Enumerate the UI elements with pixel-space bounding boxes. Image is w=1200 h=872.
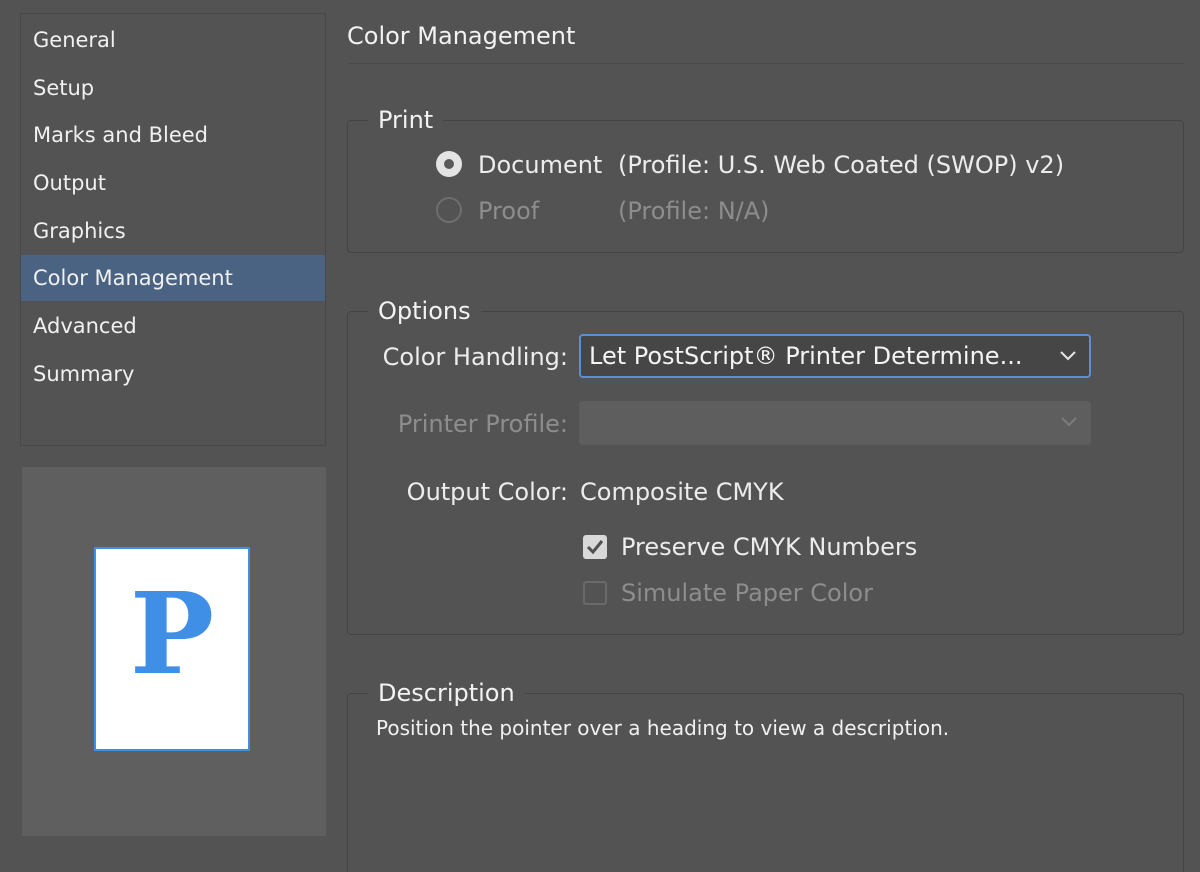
description-text: Position the pointer over a heading to v… — [376, 716, 950, 740]
preserve-cmyk-label[interactable]: Preserve CMYK Numbers — [621, 530, 917, 564]
description-group-label: Description — [368, 676, 525, 710]
output-color-value: Composite CMYK — [580, 478, 784, 506]
print-group-label: Print — [368, 103, 444, 137]
radio-unchecked-icon[interactable] — [436, 197, 462, 223]
title-divider — [347, 63, 1184, 64]
document-radio-option[interactable]: Document (Profile: U.S. Web Coated (SWOP… — [436, 148, 1136, 182]
simulate-paper-checkbox[interactable] — [583, 581, 607, 605]
sidebar-item-summary[interactable]: Summary — [21, 351, 325, 397]
sidebar-nav: General Setup Marks and Bleed Output Gra… — [20, 13, 326, 446]
sidebar-item-setup[interactable]: Setup — [21, 65, 325, 111]
document-profile-text: (Profile: U.S. Web Coated (SWOP) v2) — [618, 151, 1065, 179]
print-dialog: General Setup Marks and Bleed Output Gra… — [0, 0, 1200, 872]
sidebar-item-color-management[interactable]: Color Management — [21, 255, 325, 301]
color-handling-label: Color Handling: — [382, 343, 568, 371]
sidebar-item-graphics[interactable]: Graphics — [21, 208, 325, 254]
radio-checked-icon[interactable] — [436, 151, 462, 177]
sidebar-item-advanced[interactable]: Advanced — [21, 303, 325, 349]
description-group: Description Position the pointer over a … — [347, 676, 1184, 872]
color-handling-dropdown[interactable]: Let PostScript® Printer Determine... — [579, 334, 1091, 378]
printer-profile-dropdown[interactable] — [579, 401, 1091, 445]
checkmark-icon — [586, 540, 604, 555]
print-group: Print Document (Profile: U.S. Web Coated… — [347, 103, 1184, 253]
output-color-label: Output Color: — [406, 478, 568, 506]
proof-radio-option[interactable]: Proof (Profile: N/A) — [436, 194, 1136, 228]
sidebar-item-general[interactable]: General — [21, 17, 325, 63]
preview-letter: P — [129, 569, 215, 700]
chevron-down-icon — [1061, 417, 1077, 427]
preview-page-thumbnail: P — [94, 547, 250, 751]
sidebar-item-output[interactable]: Output — [21, 160, 325, 206]
sidebar-item-marks-and-bleed[interactable]: Marks and Bleed — [21, 112, 325, 158]
proof-profile-text: (Profile: N/A) — [618, 197, 770, 225]
page-preview: P — [22, 467, 326, 836]
simulate-paper-label[interactable]: Simulate Paper Color — [621, 576, 873, 610]
proof-radio-label: Proof — [478, 197, 540, 225]
document-radio-label: Document — [478, 151, 603, 179]
preserve-cmyk-checkbox[interactable] — [583, 535, 607, 559]
chevron-down-icon — [1060, 351, 1076, 361]
options-group: Options Color Handling: Let PostScript® … — [347, 294, 1184, 635]
color-handling-value: Let PostScript® Printer Determine... — [589, 342, 1023, 370]
options-group-label: Options — [368, 294, 481, 328]
page-title: Color Management — [347, 22, 576, 50]
printer-profile-label: Printer Profile: — [397, 410, 568, 438]
